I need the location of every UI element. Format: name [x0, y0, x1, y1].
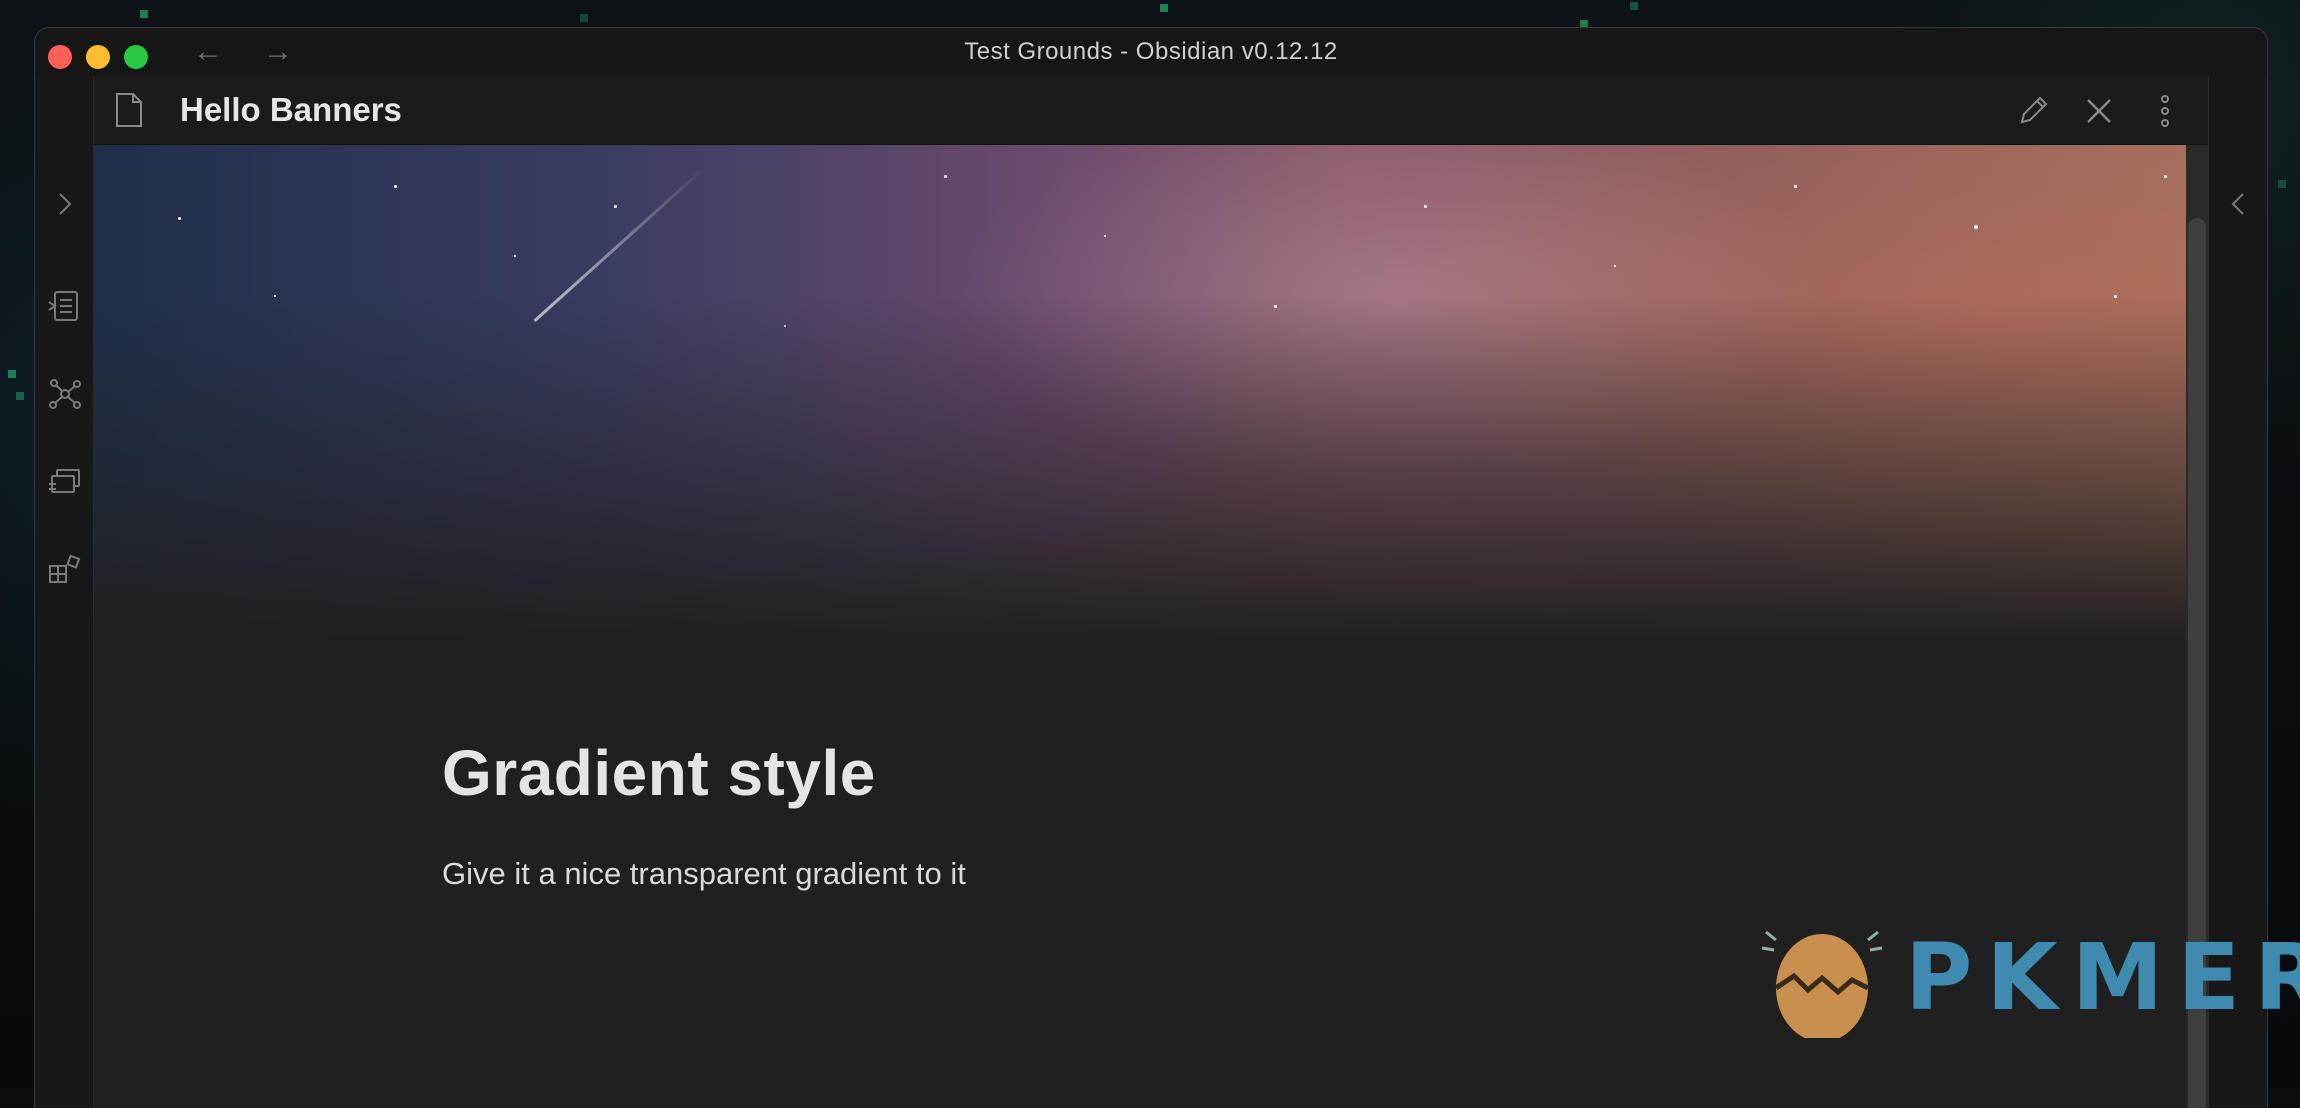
note-title[interactable]: Hello Banners: [180, 76, 402, 144]
view-actions: [2016, 94, 2182, 128]
desktop-pixel: [16, 392, 24, 400]
desktop-pixel: [2278, 180, 2286, 188]
slides-icon[interactable]: [47, 464, 83, 500]
star: [1104, 235, 1106, 237]
minimize-window-button[interactable]: [86, 45, 110, 69]
pkmer-logo-text: PKMER: [1905, 924, 2300, 1031]
graph-view-icon[interactable]: [47, 376, 83, 412]
egg-logo-icon: [1760, 918, 1900, 1038]
note-content: Gradient style Give it a nice transparen…: [442, 736, 2088, 892]
desktop-pixel: [8, 370, 16, 378]
close-icon[interactable]: [2082, 94, 2116, 128]
window-controls: [48, 45, 148, 69]
document-icon: [114, 92, 144, 128]
note-paragraph[interactable]: Give it a nice transparent gradient to i…: [442, 856, 2088, 892]
zoom-window-button[interactable]: [124, 45, 148, 69]
left-ribbon: [35, 76, 94, 1108]
edit-icon[interactable]: [2016, 94, 2050, 128]
star: [1424, 205, 1427, 208]
history-navigation: ← →: [193, 34, 293, 70]
more-options-icon[interactable]: [2148, 94, 2182, 128]
star: [2114, 295, 2117, 298]
star: [394, 185, 397, 188]
forward-arrow-icon[interactable]: →: [263, 34, 293, 70]
open-note-icon[interactable]: [47, 288, 83, 324]
star: [274, 295, 276, 297]
back-arrow-icon[interactable]: ←: [193, 34, 223, 70]
star: [1614, 265, 1616, 267]
expand-left-sidebar-icon[interactable]: [47, 186, 83, 222]
star: [1274, 305, 1277, 308]
meteor-streak: [534, 166, 707, 322]
star: [2164, 175, 2167, 178]
note-banner-image: [94, 145, 2186, 645]
star: [784, 325, 786, 327]
star: [178, 217, 181, 220]
plugins-icon[interactable]: [47, 552, 83, 588]
window-title: Test Grounds - Obsidian v0.12.12: [964, 38, 1338, 66]
desktop-pixel: [1630, 2, 1638, 10]
close-window-button[interactable]: [48, 45, 72, 69]
expand-right-sidebar-icon[interactable]: [2220, 186, 2256, 222]
desktop-pixel: [140, 10, 148, 18]
desktop-pixel: [1580, 20, 1588, 28]
title-bar: ← → Test Grounds - Obsidian v0.12.12: [35, 28, 2267, 76]
desktop-pixel: [1160, 4, 1168, 12]
star: [944, 175, 947, 178]
desktop-pixel: [580, 14, 588, 22]
star: [1794, 185, 1797, 188]
pkmer-watermark: PKMER: [1760, 918, 2280, 1038]
star: [1974, 225, 1978, 229]
star: [514, 255, 516, 257]
star: [614, 205, 617, 208]
view-header: Hello Banners: [94, 76, 2208, 145]
note-heading[interactable]: Gradient style: [442, 736, 2088, 810]
